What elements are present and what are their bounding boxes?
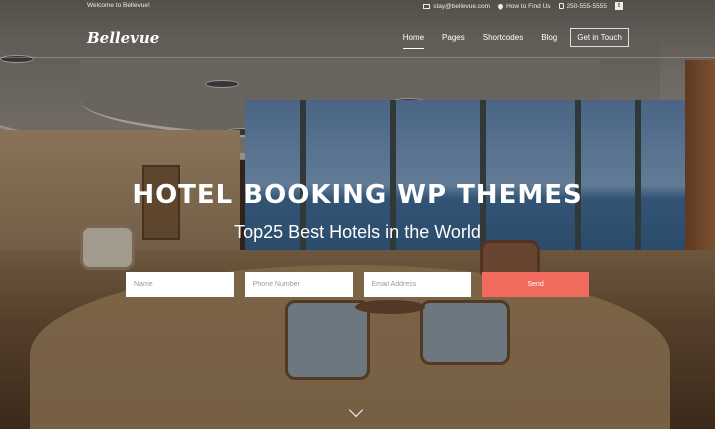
email-field[interactable]	[363, 272, 472, 297]
email-link[interactable]: stay@bellevue.com	[423, 3, 490, 10]
nav-item-pages[interactable]: Pages	[433, 33, 474, 42]
darken-overlay	[0, 0, 715, 429]
phone-link[interactable]: 250-555-5555	[558, 2, 607, 10]
welcome-text: Welcome to Bellevue!	[87, 2, 150, 9]
phone-text: 250-555-5555	[566, 2, 607, 10]
map-pin-icon	[497, 2, 505, 10]
get-in-touch-button[interactable]: Get in Touch	[570, 28, 629, 47]
top-contacts: stay@bellevue.com How to Find Us 250-555…	[423, 2, 623, 10]
email-text: stay@bellevue.com	[433, 2, 491, 10]
location-link[interactable]: How to Find Us	[497, 2, 551, 10]
mail-icon	[423, 3, 431, 9]
twitter-icon[interactable]: t	[615, 2, 623, 10]
main-nav: Bellevue Home Pages Shortcodes Blog Get …	[0, 22, 715, 58]
name-field[interactable]	[126, 272, 234, 297]
send-button[interactable]: Send	[482, 272, 589, 297]
logo[interactable]: Bellevue	[87, 29, 159, 47]
hero-title: HOTEL BOOKING WP THEMES	[132, 180, 583, 210]
nav-item-home[interactable]: Home	[394, 33, 433, 49]
phone-field[interactable]	[244, 272, 353, 297]
top-bar: Welcome to Bellevue! stay@bellevue.com H…	[0, 0, 715, 13]
nav-item-blog[interactable]: Blog	[532, 33, 566, 42]
booking-form: Send	[126, 272, 589, 297]
location-text: How to Find Us	[506, 2, 551, 10]
hero-subtitle: Top25 Best Hotels in the World	[234, 222, 481, 242]
hero-background	[0, 0, 715, 429]
phone-icon	[558, 3, 564, 9]
menu: Home Pages Shortcodes Blog Get in Touch	[394, 28, 629, 49]
nav-item-shortcodes[interactable]: Shortcodes	[474, 33, 532, 42]
